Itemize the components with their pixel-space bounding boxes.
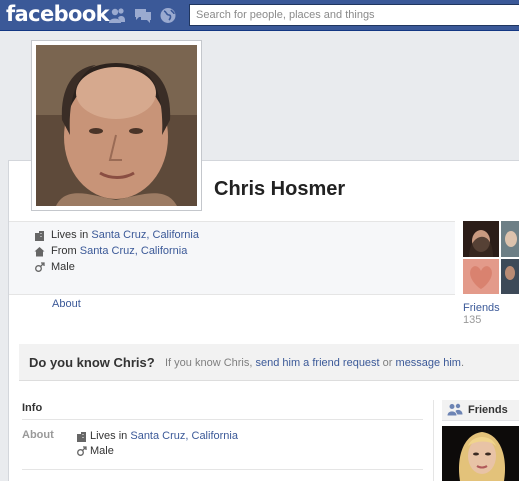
friend-requests-icon[interactable] bbox=[108, 7, 126, 24]
facebook-logo[interactable]: facebook bbox=[6, 2, 110, 26]
lives-in-prefix: Lives in bbox=[51, 229, 89, 241]
hometown-link[interactable]: Santa Cruz, California bbox=[80, 245, 188, 257]
intro-info-box: Lives in Santa Cruz, California From San… bbox=[9, 221, 455, 295]
friends-box-title: Friends bbox=[468, 404, 508, 416]
friend-photo[interactable] bbox=[442, 426, 519, 481]
info-section-header: Info bbox=[22, 402, 43, 414]
messages-icon[interactable] bbox=[134, 7, 152, 24]
profile-name[interactable]: Chris Hosmer bbox=[214, 178, 345, 201]
lives-in-link[interactable]: Santa Cruz, California bbox=[91, 229, 199, 241]
hometown-row: From Santa Cruz, California bbox=[34, 244, 187, 258]
info-lives-in-link[interactable]: Santa Cruz, California bbox=[130, 430, 238, 442]
divider bbox=[22, 419, 423, 420]
do-you-know-bar: Do you know Chris? If you know Chris, se… bbox=[19, 344, 519, 381]
info-gender-row: Male bbox=[76, 444, 114, 458]
friends-box-header[interactable]: Friends bbox=[442, 400, 519, 421]
send-friend-request-link[interactable]: send him a friend request bbox=[255, 357, 379, 369]
profile-photo[interactable] bbox=[36, 45, 197, 206]
home-icon bbox=[34, 246, 45, 256]
notifications-globe-icon[interactable] bbox=[159, 7, 177, 24]
about-tab-link[interactable]: About bbox=[52, 298, 81, 310]
friends-count: 135 bbox=[463, 314, 482, 326]
from-prefix: From bbox=[51, 245, 77, 257]
city-building-icon bbox=[35, 230, 44, 241]
message-him-link[interactable]: message him bbox=[396, 357, 461, 369]
top-navigation-bar: facebook bbox=[0, 0, 519, 31]
info-gender-text: Male bbox=[90, 445, 114, 457]
friends-icon bbox=[447, 403, 463, 416]
search-input[interactable] bbox=[190, 5, 519, 25]
gender-text: Male bbox=[51, 261, 75, 273]
search-box[interactable] bbox=[189, 4, 519, 26]
city-building-icon bbox=[77, 431, 86, 442]
friends-link[interactable]: Friends 135 bbox=[463, 302, 519, 326]
male-symbol-icon bbox=[35, 261, 45, 272]
divider bbox=[22, 469, 423, 470]
do-you-know-text: If you know Chris, send him a friend req… bbox=[165, 357, 465, 369]
do-you-know-title: Do you know Chris? bbox=[29, 355, 155, 370]
info-lives-in-prefix: Lives in bbox=[90, 430, 128, 442]
gender-row: Male bbox=[34, 260, 75, 274]
lives-in-row: Lives in Santa Cruz, California bbox=[34, 228, 199, 242]
about-label: About bbox=[22, 429, 54, 441]
profile-picture-frame[interactable] bbox=[31, 40, 202, 211]
info-lives-in-row: Lives in Santa Cruz, California bbox=[76, 429, 238, 443]
friends-thumbnail-grid[interactable] bbox=[463, 221, 519, 294]
column-divider bbox=[433, 400, 434, 481]
male-symbol-icon bbox=[77, 445, 87, 456]
